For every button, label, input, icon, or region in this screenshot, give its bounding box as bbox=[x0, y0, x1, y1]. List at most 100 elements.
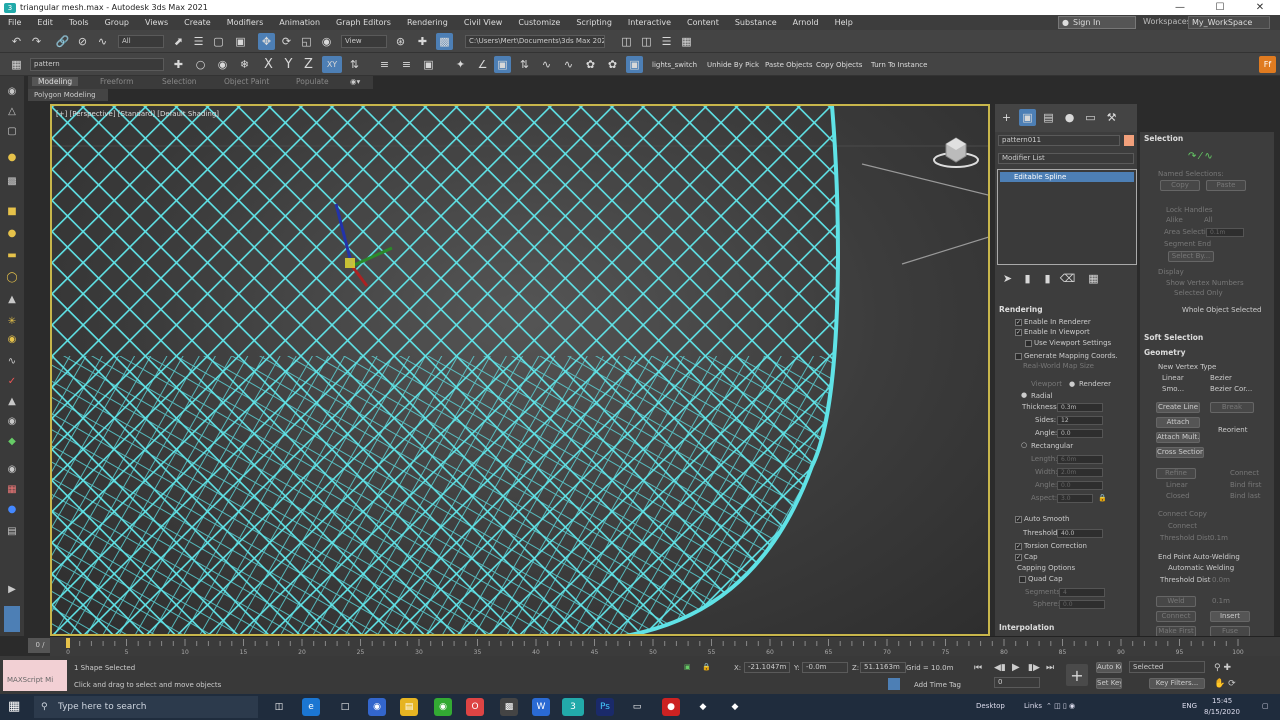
undo-icon[interactable]: ↶ bbox=[8, 33, 25, 50]
snapshot-icon[interactable]: ▦ bbox=[8, 56, 25, 73]
pivot-icon[interactable]: ⊛ bbox=[392, 33, 409, 50]
desktop-toolbar[interactable]: Desktop bbox=[976, 702, 1005, 710]
spinner-snap-icon[interactable]: ⇅ bbox=[516, 56, 533, 73]
windows-start-icon[interactable]: ▦ bbox=[8, 700, 22, 714]
make-unique-icon[interactable]: ▮ bbox=[1039, 270, 1056, 287]
enable-renderer-checkbox[interactable]: ✓ bbox=[1015, 319, 1022, 326]
window-crossing-icon[interactable]: ▣ bbox=[232, 33, 249, 50]
timeline-current-frame-marker[interactable] bbox=[66, 638, 70, 648]
isolate-icon[interactable]: ○ bbox=[192, 56, 209, 73]
key-mode-dropdown[interactable]: Selected bbox=[1129, 661, 1205, 673]
align-icon[interactable]: ◫ bbox=[638, 33, 655, 50]
terminal-icon[interactable]: ▩ bbox=[500, 698, 518, 716]
tab-object-paint[interactable]: Object Paint bbox=[224, 77, 269, 86]
angle-spinner[interactable]: 0.0 bbox=[1057, 429, 1103, 438]
viewcube-icon[interactable] bbox=[930, 130, 982, 170]
interpolation-rollout-title[interactable]: Interpolation bbox=[999, 623, 1054, 632]
mirror-icon[interactable]: ◫ bbox=[618, 33, 635, 50]
menu-scripting[interactable]: Scripting bbox=[568, 18, 620, 27]
tray-icons[interactable]: ⌃ ◫ ▯ ◉ bbox=[1046, 702, 1075, 710]
display-tab-icon[interactable]: ▭ bbox=[1082, 109, 1099, 126]
render-icon[interactable]: ◉ bbox=[4, 414, 20, 428]
sign-in-button[interactable]: ● Sign In bbox=[1058, 16, 1136, 29]
play-small-icon[interactable]: ▶ bbox=[4, 582, 20, 596]
clock-date[interactable]: 8/15/2020 bbox=[1204, 708, 1240, 716]
add-key-icon[interactable]: + bbox=[1066, 664, 1088, 686]
fastfood-icon[interactable]: Ff bbox=[1259, 56, 1276, 73]
stack-item-editable-spline[interactable]: Editable Spline bbox=[1000, 172, 1134, 182]
notifications-icon[interactable]: ▢ bbox=[1262, 702, 1269, 710]
menu-customize[interactable]: Customize bbox=[510, 18, 568, 27]
rect-selection-icon[interactable]: ▢ bbox=[210, 33, 227, 50]
all-radio[interactable]: All bbox=[1204, 216, 1213, 224]
motion-tab-icon[interactable]: ● bbox=[1061, 109, 1078, 126]
shortcut2-icon[interactable]: ◆ bbox=[726, 698, 744, 716]
menu-graph-editors[interactable]: Graph Editors bbox=[328, 18, 399, 27]
torus-icon[interactable]: ◯ bbox=[4, 270, 20, 284]
maxscript-listener[interactable]: MAXScript Mi bbox=[3, 660, 67, 691]
linear-radio[interactable]: Linear bbox=[1162, 374, 1184, 382]
threshold-dist2-value[interactable]: 0.0m bbox=[1212, 576, 1230, 584]
scene-icon[interactable]: ● bbox=[4, 502, 20, 516]
next-frame-icon[interactable]: ▮▶ bbox=[1028, 663, 1040, 673]
bezier-radio[interactable]: Bezier bbox=[1210, 374, 1232, 382]
select-manipulate-icon[interactable]: ✚ bbox=[414, 33, 431, 50]
menu-substance[interactable]: Substance bbox=[727, 18, 785, 27]
object-color-swatch[interactable] bbox=[1124, 135, 1134, 146]
length-spinner[interactable]: 6.0m bbox=[1057, 455, 1103, 464]
opera-icon[interactable]: O bbox=[466, 698, 484, 716]
axis-z-button[interactable]: Z bbox=[300, 56, 317, 73]
angle-snap-icon[interactable]: ∠ bbox=[474, 56, 491, 73]
close-icon[interactable]: ✕ bbox=[1240, 0, 1280, 15]
vertex-mode-icon[interactable]: ↷ ⁄ ∿ bbox=[1188, 151, 1213, 162]
edit-named-sets-icon[interactable]: ✚ bbox=[170, 56, 187, 73]
menu-interactive[interactable]: Interactive bbox=[620, 18, 679, 27]
scene-explorer-icon[interactable]: ▦ bbox=[678, 33, 695, 50]
rendering-rollout-title[interactable]: Rendering bbox=[999, 305, 1043, 314]
colors-icon[interactable]: ▦ bbox=[4, 482, 20, 496]
radial-radio-dot[interactable]: ● bbox=[1021, 391, 1027, 399]
maximize-icon[interactable]: ☐ bbox=[1200, 0, 1240, 15]
renderer-radio[interactable]: Renderer bbox=[1079, 380, 1111, 388]
automatic-welding-label[interactable]: Automatic Welding bbox=[1168, 564, 1234, 572]
auto-key-button[interactable]: Auto Key bbox=[1096, 662, 1122, 673]
photoshop-icon[interactable]: Ps bbox=[596, 698, 614, 716]
named-selection-set-dropdown[interactable]: pattern bbox=[30, 58, 164, 71]
show-end-result-icon[interactable]: ▮ bbox=[1019, 270, 1036, 287]
sphere-icon[interactable]: ● bbox=[4, 226, 20, 240]
links-toolbar[interactable]: Links bbox=[1024, 702, 1042, 710]
workspace-dropdown[interactable]: My_WorkSpace bbox=[1188, 16, 1270, 29]
material-icon[interactable]: ▲ bbox=[4, 394, 20, 408]
grid-icon[interactable]: ◉ bbox=[4, 462, 20, 476]
viewport-radio[interactable]: Viewport bbox=[1031, 380, 1062, 388]
rectangular-label[interactable]: Rectangular bbox=[1031, 442, 1073, 450]
task-view-icon[interactable]: ◫ bbox=[270, 698, 288, 716]
camera-icon[interactable]: ▩ bbox=[4, 174, 20, 188]
store-icon[interactable]: □ bbox=[336, 698, 354, 716]
isolate-toggle-icon[interactable]: ▣ bbox=[684, 663, 691, 671]
clock-time[interactable]: 15:45 bbox=[1212, 697, 1232, 705]
weld-value[interactable]: 0.1m bbox=[1212, 597, 1230, 605]
align-center-icon[interactable]: ≡ bbox=[398, 56, 415, 73]
break-button[interactable]: Break bbox=[1210, 402, 1254, 413]
viewport-label[interactable]: [+] [Perspective] [Standard] [Default Sh… bbox=[56, 110, 219, 118]
edge-icon[interactable]: e bbox=[302, 698, 320, 716]
utilities-tab-icon[interactable]: ⚒ bbox=[1103, 109, 1120, 126]
y-coordinate-field[interactable]: -0.0m bbox=[802, 662, 848, 673]
taskbar-search-box[interactable]: ⚲ Type here to search bbox=[34, 696, 258, 718]
unhide-by-pick-button[interactable]: Unhide By Pick bbox=[707, 61, 759, 69]
torsion-checkbox[interactable]: ✓ bbox=[1015, 543, 1022, 550]
copy-selection-button[interactable]: Copy bbox=[1160, 180, 1200, 191]
pin-stack-icon[interactable]: ➤ bbox=[999, 270, 1016, 287]
bind-spacewarp-icon[interactable]: ∿ bbox=[94, 33, 111, 50]
curve-tool2-icon[interactable]: ∿ bbox=[560, 56, 577, 73]
object-name-field[interactable]: pattern011 bbox=[998, 135, 1120, 146]
add-time-tag-button[interactable]: Add Time Tag bbox=[914, 681, 961, 689]
time-slider-frame[interactable]: 0 / 100 bbox=[28, 638, 52, 664]
select-object-icon[interactable]: ⬈ bbox=[170, 33, 187, 50]
renderer-radio-dot[interactable]: ● bbox=[1069, 380, 1075, 388]
menu-help[interactable]: Help bbox=[827, 18, 861, 27]
shortcut1-icon[interactable]: ◆ bbox=[694, 698, 712, 716]
attach-mult-button[interactable]: Attach Mult. bbox=[1156, 432, 1200, 443]
quad-cap-checkbox[interactable] bbox=[1019, 576, 1026, 583]
